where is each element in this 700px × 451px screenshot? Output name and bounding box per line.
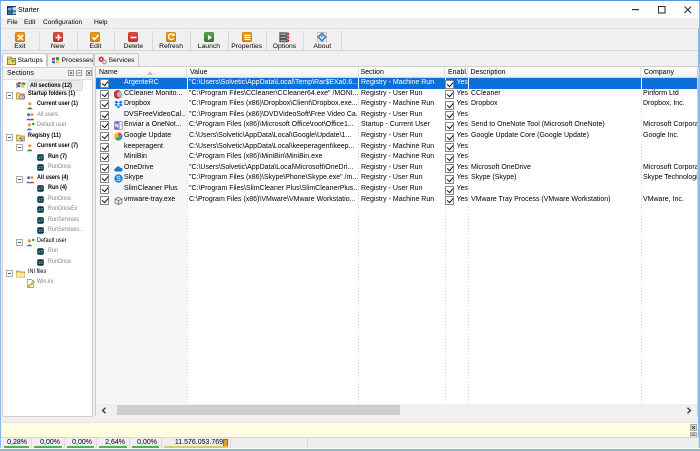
- svg-text:S: S: [116, 176, 121, 183]
